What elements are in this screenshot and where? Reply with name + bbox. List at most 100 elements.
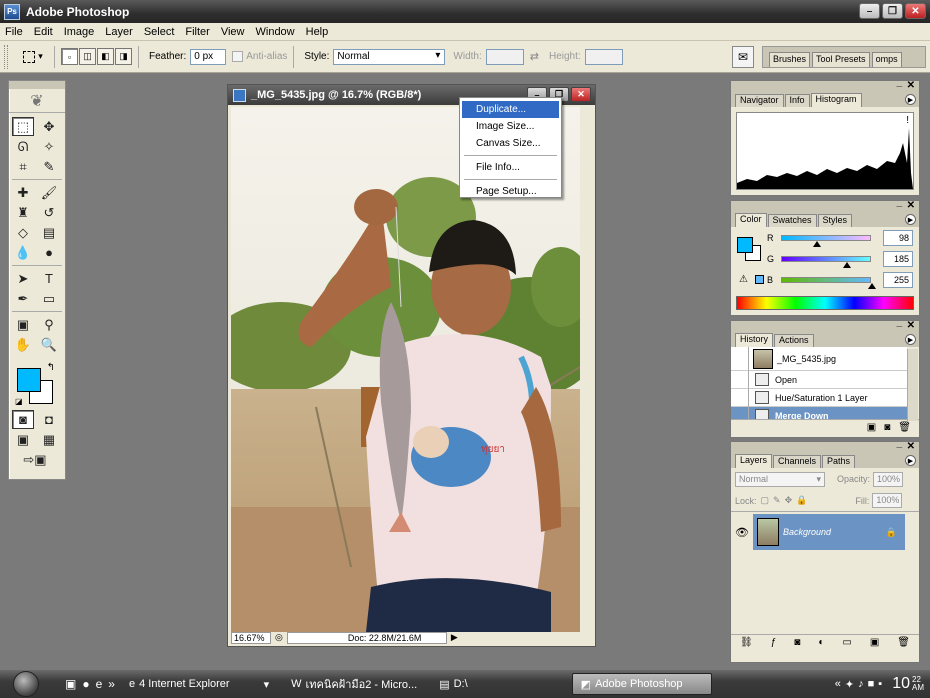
palette-menu-icon[interactable]: ▶ (905, 214, 916, 225)
green-value-input[interactable]: 185 (883, 250, 913, 267)
blue-slider-thumb[interactable] (868, 282, 876, 289)
tab-navigator[interactable]: Navigator (735, 94, 784, 107)
layer-row-background[interactable]: Background 🔒 (753, 514, 905, 550)
jump-to-imageready-icon[interactable]: ⇨▣ (12, 450, 58, 469)
tray-icon-security[interactable]: ■ (868, 678, 875, 690)
lock-transparency-icon[interactable]: ▢ (761, 495, 770, 506)
clone-stamp-tool-icon[interactable]: ♜ (12, 203, 34, 222)
delete-state-icon[interactable]: 🗑 (898, 422, 911, 433)
quick-mask-mode-icon[interactable]: ◘ (38, 410, 60, 429)
dodge-tool-icon[interactable]: ● (38, 243, 60, 262)
lock-image-icon[interactable]: ✎ (773, 495, 781, 506)
gradient-tool-icon[interactable]: ▤ (38, 223, 60, 242)
task-explorer[interactable]: ▤ D:\ (431, 673, 475, 695)
brushes-tab[interactable]: Brushes (769, 52, 811, 67)
palette-minimize-icon[interactable]: _ (896, 438, 902, 449)
desktop-icon[interactable]: ▣ (65, 677, 76, 691)
red-slider[interactable] (781, 234, 871, 247)
tab-info[interactable]: Info (784, 94, 810, 107)
tab-history[interactable]: History (735, 333, 774, 347)
history-state-selected[interactable]: Merge Down (731, 406, 907, 419)
history-brush-source-icon[interactable] (731, 347, 749, 371)
new-document-from-state-icon[interactable]: ▣ (867, 422, 876, 433)
lasso-tool-icon[interactable]: ᘏ (12, 137, 34, 156)
red-slider-thumb[interactable] (813, 240, 821, 247)
status-menu-arrow-icon[interactable]: ▶ (451, 632, 458, 643)
foreground-color-swatch[interactable] (17, 368, 41, 392)
gamut-color-swatch[interactable] (755, 275, 764, 284)
antialias-checkbox[interactable]: Anti-alias (232, 51, 287, 62)
width-input[interactable] (485, 48, 524, 65)
chevron-right-icon[interactable]: » (108, 677, 115, 691)
shape-tool-icon[interactable]: ▭ (38, 289, 60, 308)
zoom-tool-icon[interactable]: 🔍 (38, 335, 60, 354)
menu-layer[interactable]: Layer (100, 26, 139, 38)
new-group-icon[interactable]: ▭ (842, 637, 851, 648)
delete-layer-icon[interactable]: 🗑 (897, 637, 910, 648)
status-info-icon[interactable]: ◎ (275, 632, 283, 643)
new-layer-icon[interactable]: ▣ (870, 637, 879, 648)
restore-button[interactable]: ❐ (882, 3, 903, 19)
task-photoshop[interactable]: ◩ Adobe Photoshop (571, 673, 712, 695)
blue-slider[interactable] (781, 276, 876, 289)
menu-image[interactable]: Image (59, 26, 101, 38)
green-slider-thumb[interactable] (843, 261, 851, 268)
history-brush-source-icon[interactable] (731, 370, 749, 389)
menu-edit[interactable]: Edit (29, 26, 59, 38)
color-spectrum-ramp[interactable] (736, 296, 914, 310)
intersect-selection-icon[interactable]: ◨ (115, 48, 132, 65)
out-of-gamut-warning-icon[interactable]: ⚠ (739, 274, 748, 285)
palette-close-icon[interactable]: ✕ (907, 441, 915, 452)
screen-mode-standard-icon[interactable]: ▣ (12, 430, 34, 449)
tab-styles[interactable]: Styles (817, 214, 853, 227)
path-selection-tool-icon[interactable]: ➤ (12, 269, 34, 288)
eraser-tool-icon[interactable]: ◇ (12, 223, 34, 242)
document-scrollbar[interactable] (581, 107, 593, 632)
options-grip[interactable] (4, 44, 8, 69)
notes-tool-icon[interactable]: ▣ (12, 315, 34, 334)
standard-mode-icon[interactable]: ◙ (12, 410, 34, 429)
antialias-checkbox-box[interactable] (232, 51, 244, 62)
pen-tool-icon[interactable]: ✒ (12, 289, 34, 308)
task-internet-explorer[interactable]: e 4 Internet Explorer ▾ (121, 673, 277, 695)
blur-tool-icon[interactable]: 💧 (12, 243, 34, 262)
firefox-icon[interactable]: ● (82, 677, 89, 691)
image-size-menu-item[interactable]: Image Size... (462, 118, 559, 135)
palette-header[interactable]: _ ✕ (731, 197, 919, 213)
ie-icon[interactable]: e (96, 677, 103, 691)
canvas-size-menu-item[interactable]: Canvas Size... (462, 135, 559, 152)
history-scrollbar[interactable] (907, 349, 918, 421)
red-value-input[interactable]: 98 (883, 229, 913, 246)
feather-input[interactable]: 0 px (190, 48, 227, 65)
file-browser-icon[interactable]: ✉ (732, 46, 754, 68)
green-slider[interactable] (781, 255, 871, 268)
tab-swatches[interactable]: Swatches (767, 214, 817, 227)
tab-color[interactable]: Color (735, 213, 767, 227)
subtract-selection-icon[interactable]: ◧ (97, 48, 114, 65)
palette-menu-icon[interactable]: ▶ (905, 455, 916, 466)
style-select[interactable]: Normal (333, 48, 446, 65)
hand-tool-icon[interactable]: ✋ (12, 335, 34, 354)
move-tool-icon[interactable]: ✥ (38, 117, 60, 136)
start-button[interactable] (13, 671, 39, 697)
slice-tool-icon[interactable]: ✎ (38, 157, 60, 176)
minimize-button[interactable]: – (859, 3, 880, 19)
menu-help[interactable]: Help (301, 26, 335, 38)
tab-layers[interactable]: Layers (735, 454, 773, 468)
new-selection-icon[interactable]: ▫ (61, 48, 78, 65)
palette-header[interactable]: _ ✕ (731, 77, 919, 93)
tool-preset-picker[interactable]: ▾ (18, 46, 48, 68)
new-snapshot-icon[interactable]: ◙ (884, 422, 890, 433)
tab-paths[interactable]: Paths (822, 455, 856, 468)
history-state[interactable]: Hue/Saturation 1 Layer (731, 388, 907, 407)
close-button[interactable]: ✕ (905, 3, 926, 19)
doc-size-info[interactable]: Doc: 22.8M/21.6M (286, 631, 447, 644)
doc-close-button[interactable]: ✕ (571, 87, 591, 102)
palette-close-icon[interactable]: ✕ (907, 200, 915, 211)
history-state[interactable]: Open (731, 370, 907, 389)
height-input[interactable] (584, 48, 623, 65)
palette-minimize-icon[interactable]: _ (896, 77, 902, 88)
menu-view[interactable]: View (216, 26, 251, 38)
magic-wand-tool-icon[interactable]: ✧ (38, 137, 60, 156)
brush-tool-icon[interactable]: 🖌 (38, 183, 60, 202)
